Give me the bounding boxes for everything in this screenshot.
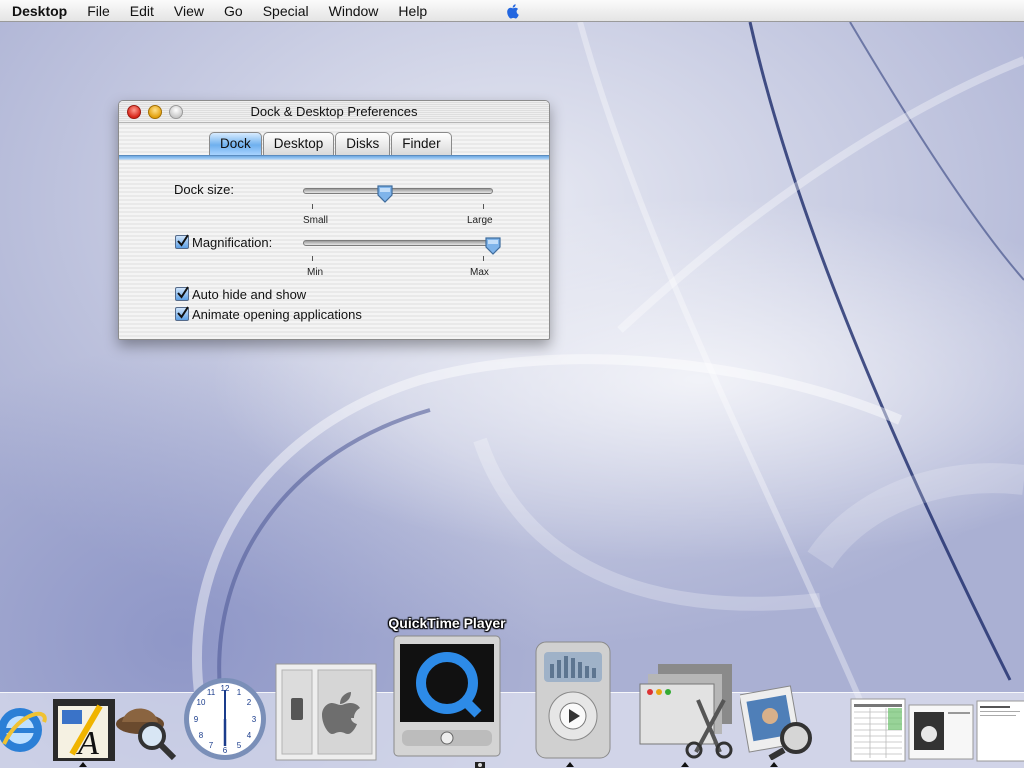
menu-view[interactable]: View [164,0,214,22]
window-title: Dock & Desktop Preferences [250,104,418,119]
dock-desktop-preferences-window: Dock & Desktop Preferences Dock Desktop … [118,100,550,340]
auto-hide-checkbox[interactable] [175,286,189,301]
tab-dock[interactable]: Dock [209,132,262,155]
minimized-window-document-icon[interactable] [976,700,1024,762]
running-indicator [566,762,574,767]
tab-bar: Dock Desktop Disks Finder [209,132,453,155]
running-indicator [681,762,689,767]
tab-disks[interactable]: Disks [335,132,391,155]
menu-bar: Desktop File Edit View Go Special Window… [0,0,1024,22]
magnification-slider-thumb[interactable] [484,236,502,256]
clock-icon[interactable]: 12 12 345 678 91011 [182,676,268,762]
tab-desktop[interactable]: Desktop [262,132,335,155]
menu-edit[interactable]: Edit [120,0,164,22]
dock-size-tick-min [312,204,313,209]
svg-text:8: 8 [199,731,204,740]
magnification-tick-max [483,256,484,261]
grab-icon[interactable] [638,660,736,760]
menu-file[interactable]: File [77,0,120,22]
quicktime-player-icon[interactable] [392,634,502,758]
tab-finder[interactable]: Finder [391,132,452,155]
dock-size-min-label: Small [303,215,329,226]
dock-size-slider-track[interactable] [303,188,493,194]
checkmark-icon [177,286,189,299]
svg-text:5: 5 [237,741,242,750]
dock-size-max-label: Large [467,215,493,226]
svg-text:3: 3 [252,715,257,724]
internet-explorer-icon[interactable] [0,700,52,760]
itunes-icon[interactable] [534,640,612,760]
menu-special[interactable]: Special [253,0,319,22]
dock-size-slider-thumb[interactable] [376,184,394,204]
menu-window[interactable]: Window [319,0,389,22]
auto-hide-label[interactable]: Auto hide and show [192,287,306,302]
running-indicator [79,762,87,767]
dock-size-label: Dock size: [174,182,234,197]
tab-divider [119,155,549,160]
animate-label[interactable]: Animate opening applications [192,307,362,322]
system-preferences-icon[interactable] [274,662,378,762]
checkmark-icon [177,234,189,247]
dock-size-tick-max [483,204,484,209]
sherlock-icon[interactable] [114,696,180,762]
title-bar[interactable]: Dock & Desktop Preferences [119,101,549,123]
magnification-max-label: Max [470,267,489,278]
svg-text:4: 4 [247,731,252,740]
magnification-checkbox[interactable] [175,234,189,249]
svg-text:11: 11 [207,688,216,697]
magnification-slider-track[interactable] [303,240,493,246]
magnification-label[interactable]: Magnification: [192,235,272,250]
svg-text:2: 2 [247,698,252,707]
svg-text:6: 6 [223,746,228,755]
dock-hover-label: QuickTime Player [388,615,506,631]
svg-text:9: 9 [194,715,199,724]
camera-icon [475,762,485,768]
magnification-tick-min [312,256,313,261]
checkmark-icon [177,306,189,319]
minimized-window-image-icon[interactable] [908,704,974,760]
animate-checkbox[interactable] [175,306,189,321]
menu-help[interactable]: Help [388,0,437,22]
minimized-window-spreadsheet-icon[interactable] [850,698,906,762]
menu-app-name[interactable]: Desktop [0,0,77,22]
svg-text:7: 7 [209,741,214,750]
apple-menu-icon[interactable] [504,2,522,20]
svg-text:1: 1 [237,688,242,697]
running-indicator [770,762,778,767]
preview-icon[interactable] [740,680,814,760]
menu-go[interactable]: Go [214,0,253,22]
magnification-min-label: Min [307,267,324,278]
svg-text:10: 10 [197,698,206,707]
textedit-icon[interactable]: A [52,698,116,762]
